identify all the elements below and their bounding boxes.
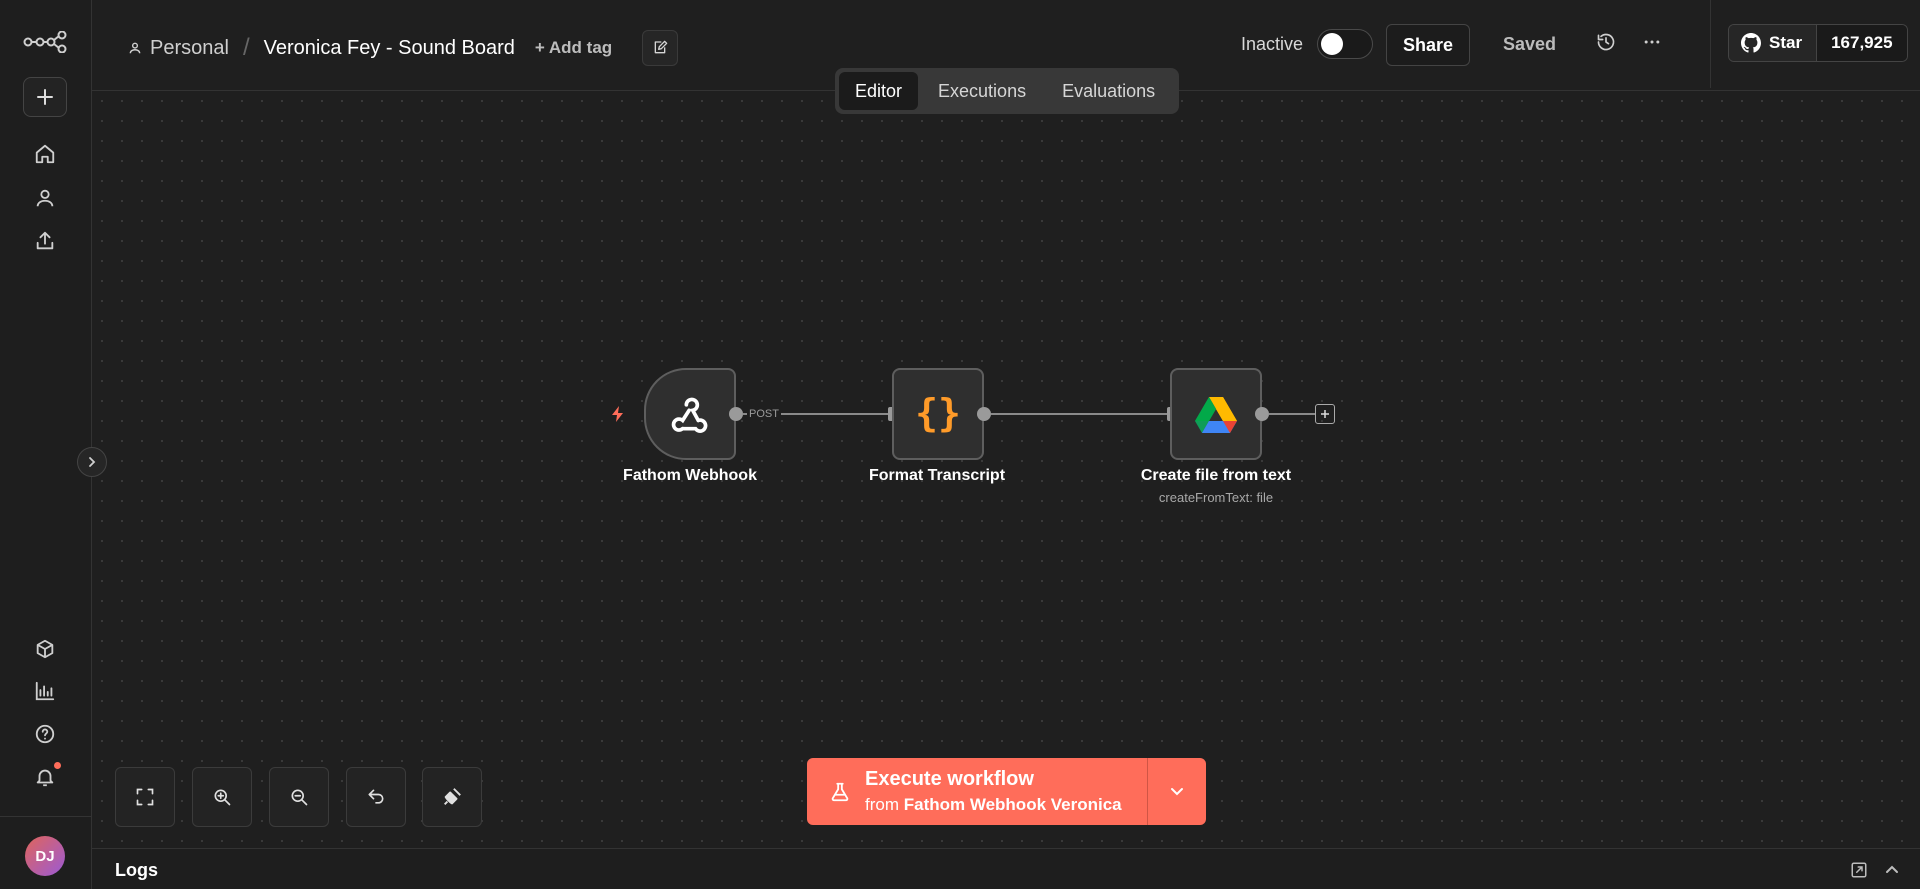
sidebar-divider	[0, 816, 92, 817]
connection-edge	[1269, 413, 1315, 415]
view-tabs: Editor Executions Evaluations	[835, 68, 1179, 114]
active-status-label: Inactive	[1241, 34, 1304, 54]
node-label: Fathom Webhook	[623, 467, 757, 484]
more-options-icon[interactable]	[1642, 32, 1662, 57]
github-icon	[1741, 33, 1761, 53]
node-label: Format Transcript	[868, 467, 1006, 484]
logs-label: Logs	[115, 860, 158, 880]
node-format-transcript[interactable]: {}	[892, 368, 984, 460]
node-create-file-from-text[interactable]	[1170, 368, 1262, 460]
tab-editor[interactable]: Editor	[839, 72, 919, 110]
output-port[interactable]	[1255, 407, 1269, 421]
breadcrumb: Personal / Veronica Fey - Sound Board + …	[128, 30, 679, 66]
sidebar-expand-button[interactable]	[77, 447, 107, 477]
svg-text:{}: {}	[915, 392, 961, 435]
share-button[interactable]: Share	[1386, 24, 1470, 66]
edge-label-post: POST	[747, 408, 781, 420]
sidebar-item-notifications[interactable]	[22, 757, 68, 797]
output-port[interactable]	[977, 407, 991, 421]
home-icon	[35, 144, 55, 164]
breadcrumb-separator: /	[242, 34, 250, 61]
zoom-in-icon	[214, 789, 231, 806]
chevron-up-icon[interactable]	[1884, 861, 1900, 879]
pop-out-icon[interactable]	[1850, 861, 1868, 879]
help-circle-icon	[35, 724, 55, 744]
header-divider	[1710, 0, 1711, 88]
user-icon	[36, 189, 54, 207]
logs-panel-bar[interactable]: Logs	[92, 848, 1920, 889]
user-icon	[129, 42, 141, 54]
github-star-left: Star	[1729, 25, 1817, 61]
sidebar-item-templates[interactable]	[22, 629, 68, 669]
output-port[interactable]	[729, 407, 743, 421]
history-icon[interactable]	[1596, 32, 1616, 57]
execute-workflow-subtitle: from Fathom Webhook Veronica	[865, 795, 1122, 815]
undo-icon	[368, 789, 384, 804]
undo-button[interactable]	[346, 767, 406, 827]
tab-executions[interactable]: Executions	[922, 72, 1042, 110]
github-star-count: 167,925	[1816, 25, 1907, 61]
sidebar-item-personal[interactable]	[22, 178, 68, 218]
avatar[interactable]: DJ	[25, 836, 65, 876]
zoom-in-button[interactable]	[192, 767, 252, 827]
zoom-out-button[interactable]	[269, 767, 329, 827]
edit-note-icon	[654, 40, 668, 54]
share-upload-icon	[36, 231, 54, 250]
active-toggle[interactable]	[1317, 29, 1373, 59]
trigger-bolt-icon	[612, 406, 623, 422]
bell-icon	[36, 769, 54, 787]
chevron-down-icon	[1171, 787, 1183, 795]
node-subtitle: createFromText: file	[1158, 490, 1274, 505]
execute-workflow-title: Execute workflow	[865, 768, 1034, 790]
tab-evaluations[interactable]: Evaluations	[1046, 72, 1171, 110]
execute-from-prefix: from	[865, 795, 899, 814]
create-button[interactable]	[23, 77, 67, 117]
notification-dot	[54, 762, 61, 769]
logs-controls	[1850, 861, 1900, 879]
add-next-node-button[interactable]	[1315, 404, 1335, 424]
execute-workflow-button[interactable]: Execute workflow from Fathom Webhook Ver…	[807, 758, 1206, 825]
plus-icon	[1321, 410, 1329, 418]
templates-box-icon	[36, 639, 54, 659]
execute-workflow-main[interactable]: Execute workflow from Fathom Webhook Ver…	[807, 758, 1148, 825]
workflow-canvas[interactable]: POST Fathom Webhook {} Format Transcript…	[92, 91, 1920, 848]
breadcrumb-project-label: Personal	[150, 36, 229, 59]
webhook-icon	[671, 397, 708, 433]
execute-workflow-text: Execute workflow from Fathom Webhook Ver…	[865, 768, 1122, 815]
zoom-to-fit-button[interactable]	[115, 767, 175, 827]
bar-chart-icon	[35, 681, 55, 701]
chevron-right-icon	[89, 457, 96, 467]
edit-description-button[interactable]	[642, 30, 679, 66]
main-sidebar: DJ	[0, 0, 92, 889]
flask-icon	[831, 782, 849, 801]
execute-from-node: Fathom Webhook Veronica	[903, 795, 1122, 814]
sidebar-item-insights[interactable]	[22, 671, 68, 711]
sidebar-item-overview[interactable]	[22, 134, 68, 174]
execute-options-dropdown[interactable]	[1148, 758, 1206, 825]
fit-view-icon	[136, 788, 154, 806]
saved-status: Saved	[1503, 34, 1557, 54]
google-drive-icon	[1195, 397, 1237, 433]
workflow-title[interactable]: Veronica Fey - Sound Board	[264, 37, 515, 60]
node-label: Create file from text	[1140, 467, 1292, 484]
broom-icon	[444, 788, 461, 805]
sidebar-item-help[interactable]	[22, 714, 68, 754]
toggle-knob	[1321, 33, 1343, 55]
zoom-out-icon	[291, 789, 308, 806]
n8n-logo-icon[interactable]	[22, 22, 68, 62]
github-star-label: Star	[1769, 33, 1803, 52]
breadcrumb-project[interactable]: Personal	[128, 37, 229, 60]
github-star-button[interactable]: Star 167,925	[1728, 24, 1908, 62]
node-fathom-webhook[interactable]	[644, 368, 736, 460]
add-tag-button[interactable]: + Add tag	[535, 38, 612, 58]
code-braces-icon: {}	[915, 392, 961, 435]
sidebar-item-shared[interactable]	[22, 221, 68, 261]
plus-icon	[37, 89, 53, 105]
tidy-up-button[interactable]	[422, 767, 482, 827]
